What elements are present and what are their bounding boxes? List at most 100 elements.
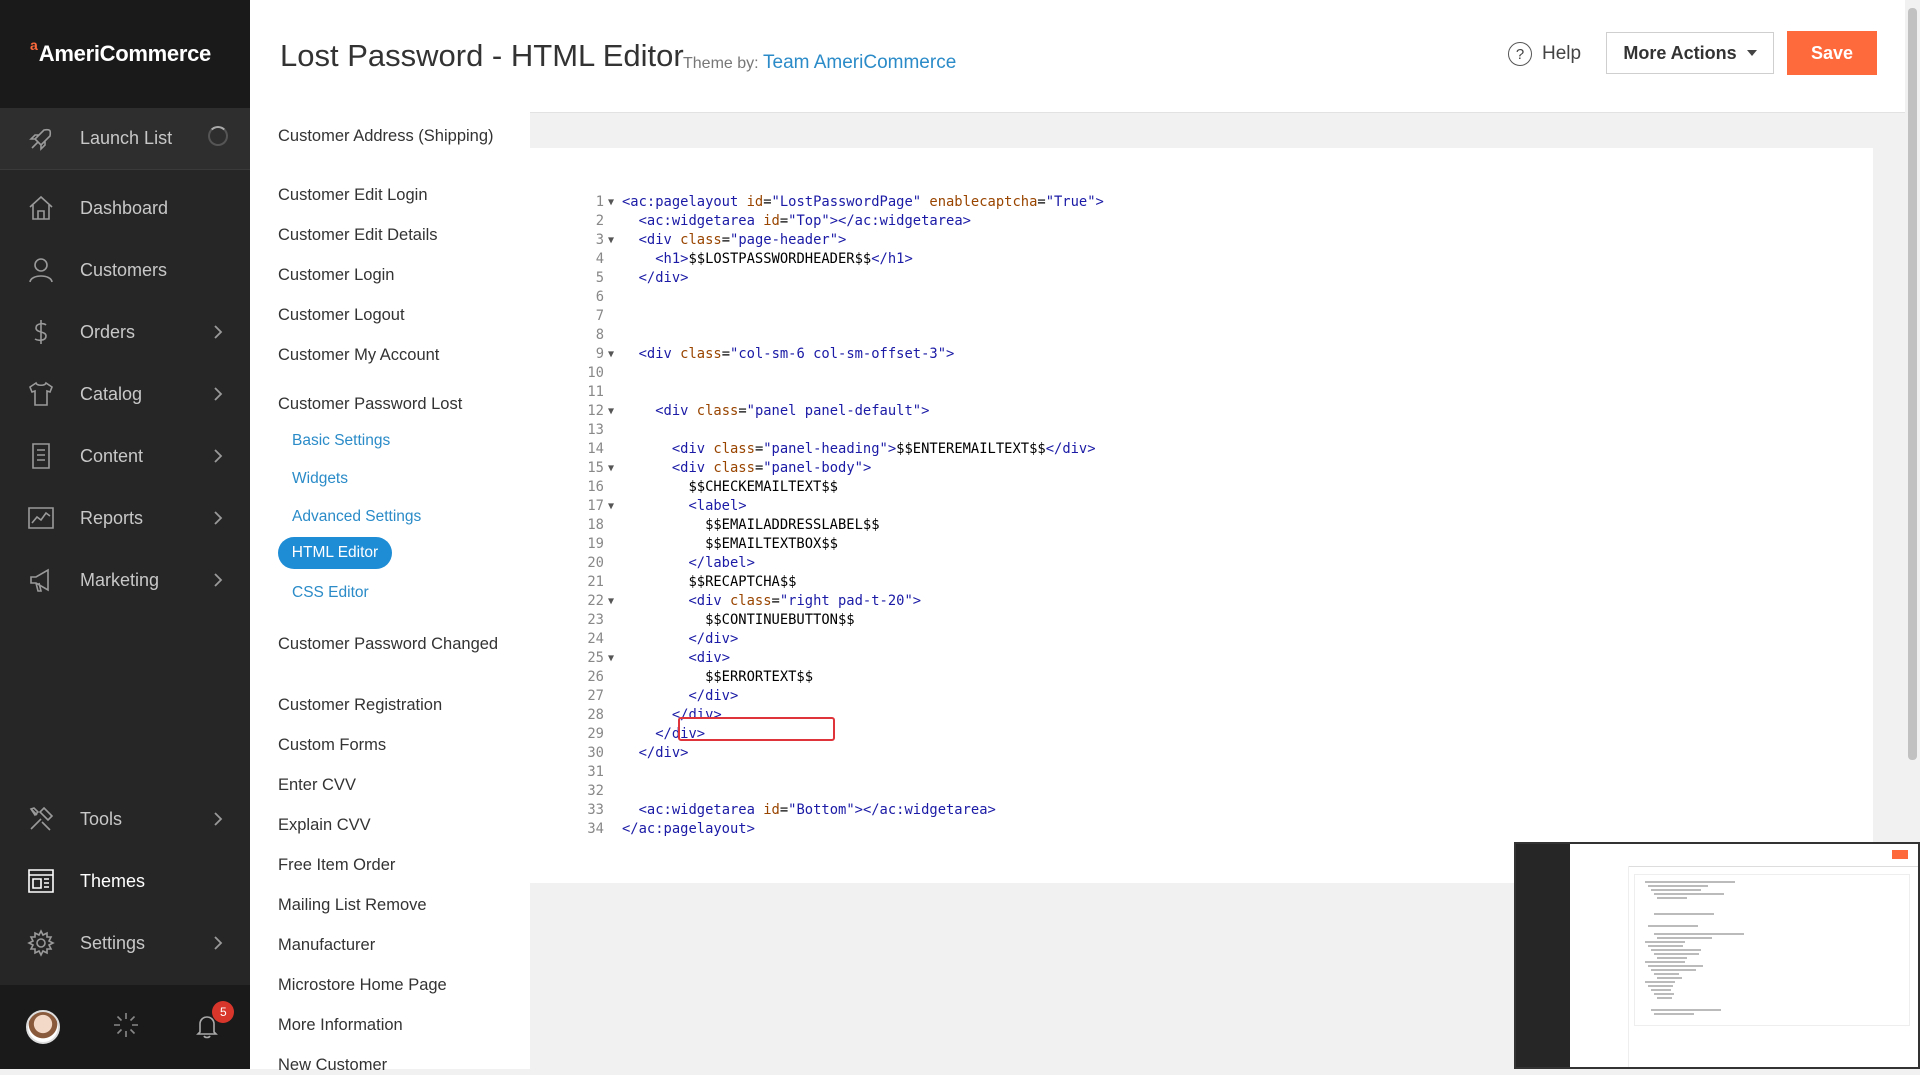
- sidebar-item-dashboard[interactable]: Dashboard: [0, 177, 250, 239]
- thumbnail-code-line: [1645, 941, 1685, 943]
- template-subitem-css-editor[interactable]: CSS Editor: [292, 584, 369, 602]
- line-number: 11: [587, 384, 604, 400]
- code-line[interactable]: 23 $$CONTINUEBUTTON$$: [530, 611, 1830, 630]
- code-line[interactable]: 4 <h1>$$LOSTPASSWORDHEADER$$</h1>: [530, 250, 1830, 269]
- code-editor[interactable]: 1 ▼ <ac:pagelayout id="LostPasswordPage" e…: [530, 148, 1873, 883]
- template-item[interactable]: Customer Password Changed: [278, 634, 508, 654]
- template-item[interactable]: Free Item Order: [278, 855, 508, 875]
- code-line[interactable]: 1 ▼ <ac:pagelayout id="LostPasswordPage" e…: [530, 193, 1830, 212]
- notifications-bell-icon[interactable]: 5: [192, 1001, 235, 1043]
- template-item[interactable]: Custom Forms: [278, 735, 508, 755]
- code-line[interactable]: 32: [530, 782, 1830, 801]
- code-line[interactable]: 2 <ac:widgetarea id="Top"></ac:widgetare…: [530, 212, 1830, 231]
- fold-toggle-icon[interactable]: ▼: [608, 459, 614, 478]
- code-line[interactable]: 7: [530, 307, 1830, 326]
- sidebar-item-customers[interactable]: Customers: [0, 239, 250, 301]
- template-item[interactable]: Customer Edit Details: [278, 225, 508, 245]
- line-number: 6: [595, 289, 604, 305]
- sidebar-item-content[interactable]: Content: [0, 425, 250, 487]
- template-item[interactable]: Explain CVV: [278, 815, 508, 835]
- template-item[interactable]: Customer Logout: [278, 305, 508, 325]
- fold-toggle-icon[interactable]: ▼: [608, 193, 614, 212]
- code-line[interactable]: 13: [530, 421, 1830, 440]
- code-line[interactable]: 19 $$EMAILTEXTBOX$$: [530, 535, 1830, 554]
- rocket-icon: [24, 122, 58, 156]
- template-item[interactable]: Manufacturer: [278, 935, 508, 955]
- brand-logo[interactable]: a AmeriCommerce: [0, 0, 250, 108]
- fold-toggle-icon[interactable]: ▼: [608, 231, 614, 250]
- template-item[interactable]: Customer Edit Login: [278, 185, 508, 205]
- fold-toggle-icon[interactable]: ▼: [608, 345, 614, 364]
- line-number: 24: [587, 631, 604, 647]
- code-line[interactable]: 20 </label>: [530, 554, 1830, 573]
- code-line[interactable]: 9 ▼ <div class="col-sm-6 col-sm-offset-3"…: [530, 345, 1830, 364]
- code-line[interactable]: 18 $$EMAILADDRESSLABEL$$: [530, 516, 1830, 535]
- code-line[interactable]: 33 <ac:widgetarea id="Bottom"></ac:widge…: [530, 801, 1830, 820]
- template-item[interactable]: Customer Login: [278, 265, 508, 285]
- sidebar-item-catalog[interactable]: Catalog: [0, 363, 250, 425]
- fold-toggle-icon[interactable]: ▼: [608, 402, 614, 421]
- sidebar-item-themes[interactable]: Themes: [0, 850, 250, 912]
- code-line[interactable]: 12 ▼ <div class="panel panel-default">: [530, 402, 1830, 421]
- template-subitem-link[interactable]: Advanced Settings: [292, 508, 421, 526]
- template-subitem-link[interactable]: Widgets: [292, 470, 348, 488]
- code-line[interactable]: 10: [530, 364, 1830, 383]
- fold-toggle-icon[interactable]: ▼: [608, 497, 614, 516]
- theme-author-link[interactable]: Team AmeriCommerce: [763, 52, 956, 73]
- sidebar-item-launch-list[interactable]: Launch List: [0, 108, 250, 170]
- template-item[interactable]: Customer My Account: [278, 345, 508, 365]
- activity-icon[interactable]: [111, 1010, 141, 1045]
- template-item[interactable]: New Customer: [278, 1055, 508, 1075]
- code-line[interactable]: 26 $$ERRORTEXT$$: [530, 668, 1830, 687]
- code-line[interactable]: 3 ▼ <div class="page-header">: [530, 231, 1830, 250]
- code-line[interactable]: 5 </div>: [530, 269, 1830, 288]
- code-line[interactable]: 16 $$CHECKEMAILTEXT$$: [530, 478, 1830, 497]
- more-actions-dropdown[interactable]: More Actions: [1606, 32, 1774, 74]
- line-number: 16: [587, 479, 604, 495]
- code-line[interactable]: 15 ▼ <div class="panel-body">: [530, 459, 1830, 478]
- screenshot-preview-thumbnail[interactable]: [1514, 842, 1920, 1069]
- sidebar-item-tools[interactable]: Tools: [0, 788, 250, 850]
- template-subitem-link[interactable]: Basic Settings: [292, 432, 390, 450]
- thumbnail-code-line: [1651, 989, 1671, 991]
- sidebar-item-settings[interactable]: Settings: [0, 912, 250, 974]
- code-line[interactable]: 31: [530, 763, 1830, 782]
- save-button[interactable]: Save: [1787, 31, 1877, 75]
- template-item[interactable]: Enter CVV: [278, 775, 508, 795]
- page-scrollbar-thumb[interactable]: [1908, 8, 1917, 760]
- template-item[interactable]: Customer Registration: [278, 695, 508, 715]
- theme-by-label: Theme by:: [683, 55, 759, 72]
- code-line[interactable]: 8: [530, 326, 1830, 345]
- template-item[interactable]: Mailing List Remove: [278, 895, 508, 915]
- code-line[interactable]: 11: [530, 383, 1830, 402]
- code-line[interactable]: 24 </div>: [530, 630, 1830, 649]
- main-sidebar: a AmeriCommerce Launch List Dashboard Cus…: [0, 0, 250, 1069]
- code-line[interactable]: 14 <div class="panel-heading">$$ENTEREMA…: [530, 440, 1830, 459]
- sidebar-item-label: Marketing: [80, 569, 160, 590]
- code-line[interactable]: 17 ▼ <label>: [530, 497, 1830, 516]
- code-line[interactable]: 27 </div>: [530, 687, 1830, 706]
- template-item[interactable]: More Information: [278, 1015, 508, 1035]
- template-subitem-html-editor[interactable]: HTML Editor: [278, 537, 392, 569]
- fold-toggle-icon[interactable]: ▼: [608, 592, 614, 611]
- code-line[interactable]: 22 ▼ <div class="right pad-t-20">: [530, 592, 1830, 611]
- code-line[interactable]: 34 </ac:pagelayout>: [530, 820, 1830, 839]
- logo-mark: a: [30, 37, 38, 53]
- code-line[interactable]: 25 ▼ <div>: [530, 649, 1830, 668]
- code-line[interactable]: 6: [530, 288, 1830, 307]
- sidebar-footer: 5: [0, 985, 250, 1069]
- thumbnail-code-line: [1648, 885, 1708, 887]
- sidebar-item-reports[interactable]: Reports: [0, 487, 250, 549]
- code-line[interactable]: 30 </div>: [530, 744, 1830, 763]
- sidebar-item-label: Tools: [80, 808, 123, 829]
- sidebar-item-orders[interactable]: Orders: [0, 301, 250, 363]
- help-button[interactable]: ? Help: [1508, 42, 1581, 66]
- template-item[interactable]: Microstore Home Page: [278, 975, 508, 995]
- fold-toggle-icon[interactable]: ▼: [608, 649, 614, 668]
- template-item[interactable]: Customer Address (Shipping): [278, 126, 508, 146]
- help-label: Help: [1542, 43, 1582, 64]
- sidebar-item-marketing[interactable]: Marketing: [0, 549, 250, 611]
- avatar[interactable]: [25, 1010, 60, 1044]
- code-line[interactable]: 21 $$RECAPTCHA$$: [530, 573, 1830, 592]
- template-item[interactable]: Customer Password Lost: [278, 394, 508, 414]
